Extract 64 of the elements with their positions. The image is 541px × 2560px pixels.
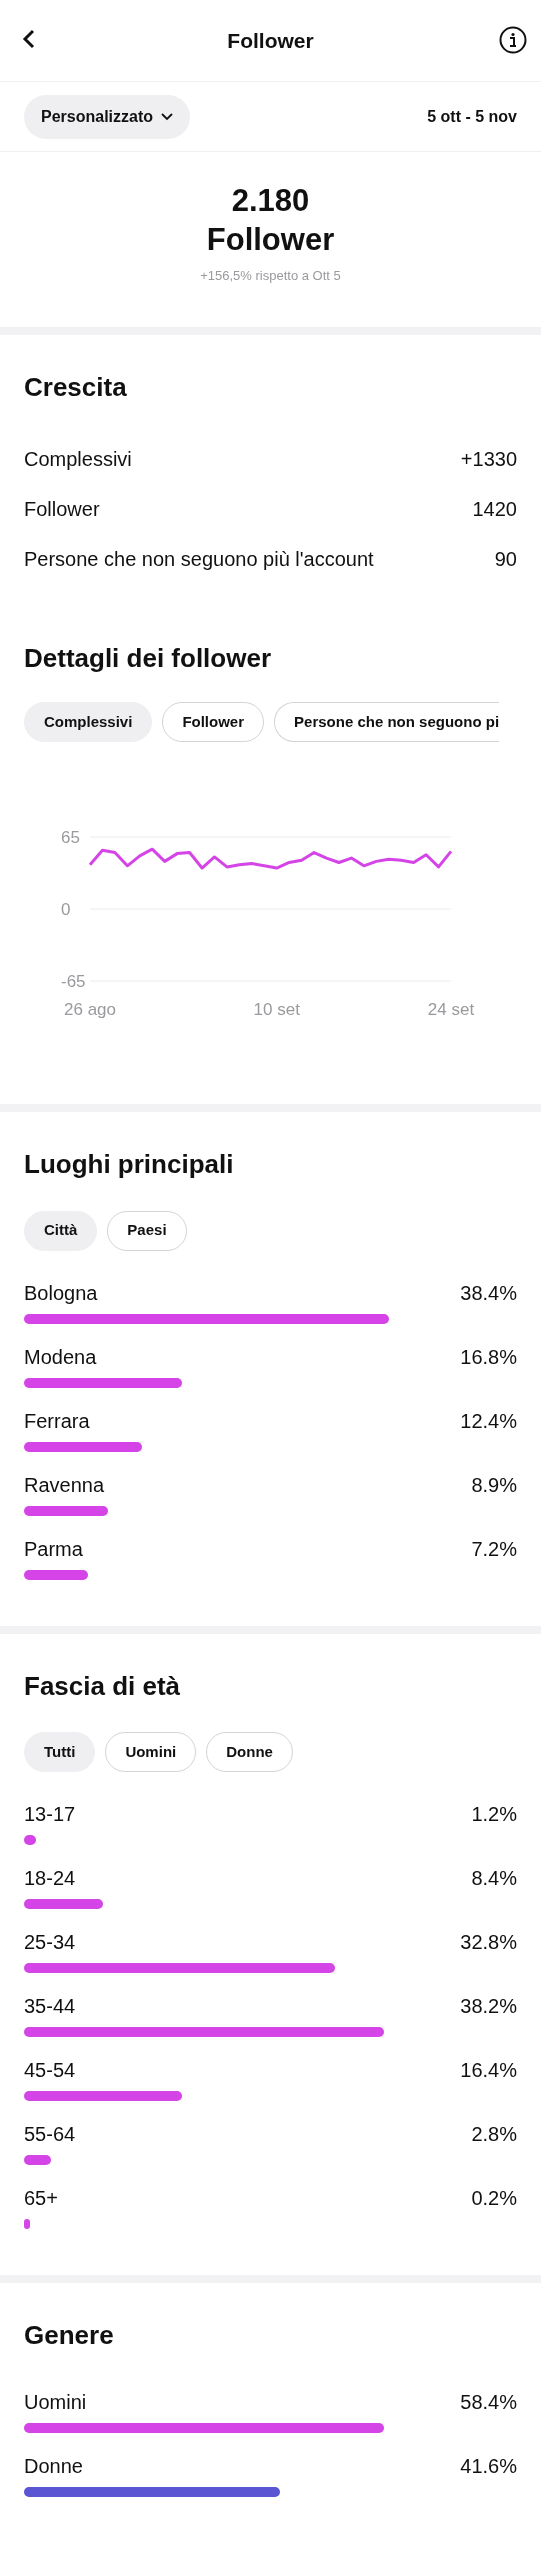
date-range: 5 ott - 5 nov bbox=[427, 106, 517, 127]
growth-value: 1420 bbox=[472, 496, 517, 522]
filter-chip[interactable]: Complessivi bbox=[24, 702, 153, 742]
growth-value: +1330 bbox=[460, 446, 517, 472]
row-percent: 38.4% bbox=[460, 1280, 517, 1305]
section-title: Luoghi principali bbox=[24, 1148, 235, 1181]
row-label: 55-64 bbox=[24, 2122, 76, 2146]
row-percent: 7.2% bbox=[471, 1536, 517, 1561]
row-label: Parma bbox=[24, 1536, 83, 1561]
section-title: Fascia di età bbox=[24, 1669, 182, 1702]
row-percent: 0.2% bbox=[471, 2186, 517, 2210]
row-percent: 2.8% bbox=[471, 2122, 517, 2146]
filter-chip[interactable]: Persone che non seguono pi bbox=[274, 702, 500, 742]
row-percent: 58.4% bbox=[460, 2389, 517, 2414]
section-title: Crescita bbox=[24, 371, 128, 404]
row-percent: 38.2% bbox=[460, 1994, 517, 2018]
info-icon bbox=[499, 26, 527, 54]
x-tick-label: 10 set bbox=[253, 1000, 300, 1019]
range-dropdown[interactable]: Personalizzato bbox=[24, 94, 191, 139]
row-percent: 12.4% bbox=[460, 1408, 517, 1433]
filter-chip[interactable]: Donne bbox=[206, 1732, 293, 1772]
filter-chip[interactable]: Paesi bbox=[107, 1210, 187, 1251]
row-label: Ravenna bbox=[24, 1472, 105, 1497]
change-text: +156,5% rispetto a Ott 5 bbox=[200, 266, 341, 285]
back-icon bbox=[22, 28, 36, 50]
row-label: 35-44 bbox=[24, 1994, 76, 2018]
row-percent: 8.9% bbox=[471, 1472, 517, 1497]
info-button[interactable] bbox=[499, 26, 527, 54]
row-label: Ferrara bbox=[24, 1408, 90, 1433]
row-label: 18-24 bbox=[24, 1866, 76, 1890]
x-tick-label: 26 ago bbox=[64, 1000, 116, 1019]
section-title: Dettagli dei follower bbox=[24, 641, 273, 674]
y-tick-label: 65 bbox=[61, 828, 80, 847]
filter-chip[interactable]: Uomini bbox=[105, 1732, 197, 1772]
growth-label: Persone che non seguono più l'account bbox=[24, 546, 374, 572]
filter-chip[interactable]: Tutti bbox=[24, 1732, 96, 1772]
back-button[interactable] bbox=[22, 28, 36, 50]
page-title: Follower bbox=[227, 27, 314, 54]
x-tick-label: 24 set bbox=[427, 1000, 475, 1019]
growth-value: 90 bbox=[494, 546, 517, 572]
section-title: Genere bbox=[24, 2319, 115, 2352]
row-percent: 16.4% bbox=[460, 2058, 517, 2082]
row-label: 65+ bbox=[24, 2186, 58, 2210]
follower-count: 2.180 bbox=[231, 182, 310, 220]
row-percent: 8.4% bbox=[471, 1866, 517, 1890]
filter-chip[interactable]: Città bbox=[24, 1210, 98, 1251]
row-label: Donne bbox=[24, 2453, 83, 2478]
row-percent: 32.8% bbox=[460, 1930, 517, 1954]
row-label: Bologna bbox=[24, 1280, 98, 1305]
row-percent: 1.2% bbox=[471, 1802, 517, 1826]
chevron-down-icon bbox=[161, 112, 174, 121]
row-label: 13-17 bbox=[24, 1802, 76, 1826]
row-percent: 41.6% bbox=[460, 2453, 517, 2478]
y-tick-label: -65 bbox=[61, 972, 86, 991]
growth-label: Complessivi bbox=[24, 446, 132, 472]
row-label: Uomini bbox=[24, 2389, 87, 2414]
row-label: 45-54 bbox=[24, 2058, 76, 2082]
filter-chip[interactable]: Follower bbox=[162, 702, 265, 742]
row-label: 25-34 bbox=[24, 1930, 76, 1954]
row-label: Modena bbox=[24, 1344, 97, 1369]
growth-label: Follower bbox=[24, 496, 100, 522]
y-tick-label: 0 bbox=[61, 900, 71, 919]
follower-label: Follower bbox=[206, 220, 335, 259]
row-percent: 16.8% bbox=[460, 1344, 517, 1369]
